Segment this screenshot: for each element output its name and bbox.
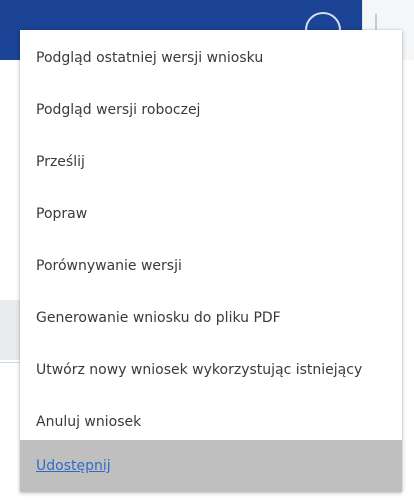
menu-item-compare-versions[interactable]: Porównywanie wersji <box>20 240 402 292</box>
menu-item-label: Anuluj wniosek <box>36 414 142 430</box>
menu-item-label: Generowanie wniosku do pliku PDF <box>36 310 281 326</box>
menu-item-generate-pdf[interactable]: Generowanie wniosku do pliku PDF <box>20 292 402 344</box>
background-panel <box>0 300 20 360</box>
menu-item-label: Popraw <box>36 206 88 222</box>
menu-item-label: Utwórz nowy wniosek wykorzystując istnie… <box>36 362 363 378</box>
menu-item-share[interactable]: Udostępnij <box>20 440 402 492</box>
menu-item-share-link[interactable]: Udostępnij <box>36 458 111 474</box>
menu-item-label: Podgląd ostatniej wersji wniosku <box>36 50 264 66</box>
menu-item-submit[interactable]: Prześlij <box>20 136 402 188</box>
menu-item-label: Porównywanie wersji <box>36 258 182 274</box>
menu-item-create-from-existing[interactable]: Utwórz nowy wniosek wykorzystując istnie… <box>20 344 402 396</box>
menu-item-preview-draft[interactable]: Podgląd wersji roboczej <box>20 84 402 136</box>
menu-item-preview-last-version[interactable]: Podgląd ostatniej wersji wniosku <box>20 32 402 84</box>
divider <box>0 362 20 363</box>
menu-item-label: Prześlij <box>36 154 85 170</box>
menu-item-label: Podgląd wersji roboczej <box>36 102 201 118</box>
actions-dropdown-menu: Podgląd ostatniej wersji wniosku Podgląd… <box>20 30 402 492</box>
menu-item-correct[interactable]: Popraw <box>20 188 402 240</box>
